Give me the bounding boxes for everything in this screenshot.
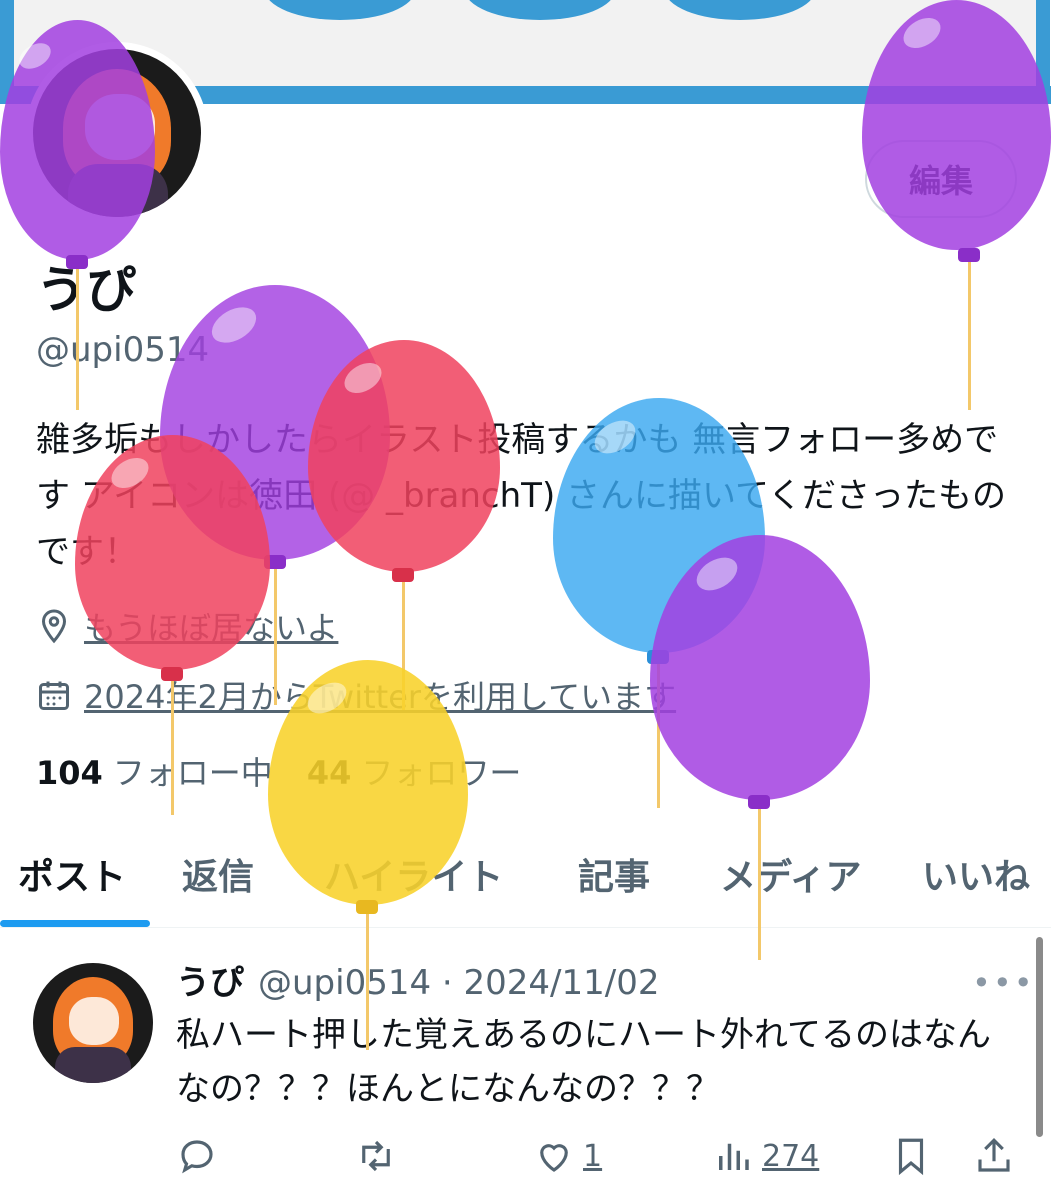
reply-icon [181, 1140, 213, 1174]
active-tab-indicator [0, 920, 150, 927]
like-count: 1 [583, 1138, 603, 1174]
repost-button[interactable] [355, 1135, 397, 1177]
post-avatar[interactable] [33, 963, 153, 1083]
reply-button[interactable] [176, 1135, 218, 1177]
avatar-body [55, 1047, 131, 1083]
balloon-knot [748, 795, 770, 809]
balloon-string [758, 800, 761, 960]
share-icon [978, 1138, 1010, 1172]
balloon-body [650, 535, 870, 800]
location-pin-icon [41, 609, 67, 644]
balloon-body [308, 340, 500, 572]
balloon-string [76, 260, 79, 410]
balloon-string [171, 675, 174, 815]
repost-icon [362, 1140, 390, 1172]
post-author-name[interactable]: うぴ [176, 963, 244, 1003]
profile-tabs: ポスト 返信 ハイライト 記事 メディア いいね [0, 836, 1051, 928]
views-button[interactable]: 274 [712, 1135, 819, 1177]
bookmark-button[interactable] [890, 1135, 932, 1177]
share-button[interactable] [973, 1135, 1015, 1177]
views-count: 274 [762, 1138, 820, 1174]
avatar-face [69, 997, 119, 1045]
balloon-body [862, 0, 1051, 250]
scrollbar[interactable] [1036, 937, 1043, 1137]
balloon-body [75, 435, 270, 670]
calendar-icon [39, 681, 69, 710]
balloon-knot [161, 667, 183, 681]
like-button[interactable]: 1 [533, 1135, 602, 1177]
tab-likes[interactable]: いいね [922, 848, 1030, 900]
balloon [0, 0, 155, 410]
balloon [308, 340, 500, 710]
balloon [862, 0, 1051, 410]
views-icon [719, 1143, 749, 1170]
balloon-string [366, 905, 369, 1050]
heart-icon [540, 1144, 568, 1172]
balloon-knot [356, 900, 378, 914]
balloon-knot [66, 255, 88, 269]
post-actions: 1 274 [0, 1135, 1051, 1180]
tab-articles[interactable]: 記事 [578, 848, 650, 900]
more-options-icon[interactable]: ••• [972, 964, 1035, 1002]
balloon-string [968, 258, 971, 410]
balloon [268, 660, 468, 1050]
balloon-knot [958, 248, 980, 262]
tab-replies[interactable]: 返信 [182, 848, 254, 900]
balloon-body [268, 660, 468, 905]
balloon [650, 535, 870, 960]
tab-posts[interactable]: ポスト [18, 848, 126, 900]
bookmark-icon [898, 1138, 924, 1176]
balloon [75, 435, 270, 815]
balloon-knot [392, 568, 414, 582]
